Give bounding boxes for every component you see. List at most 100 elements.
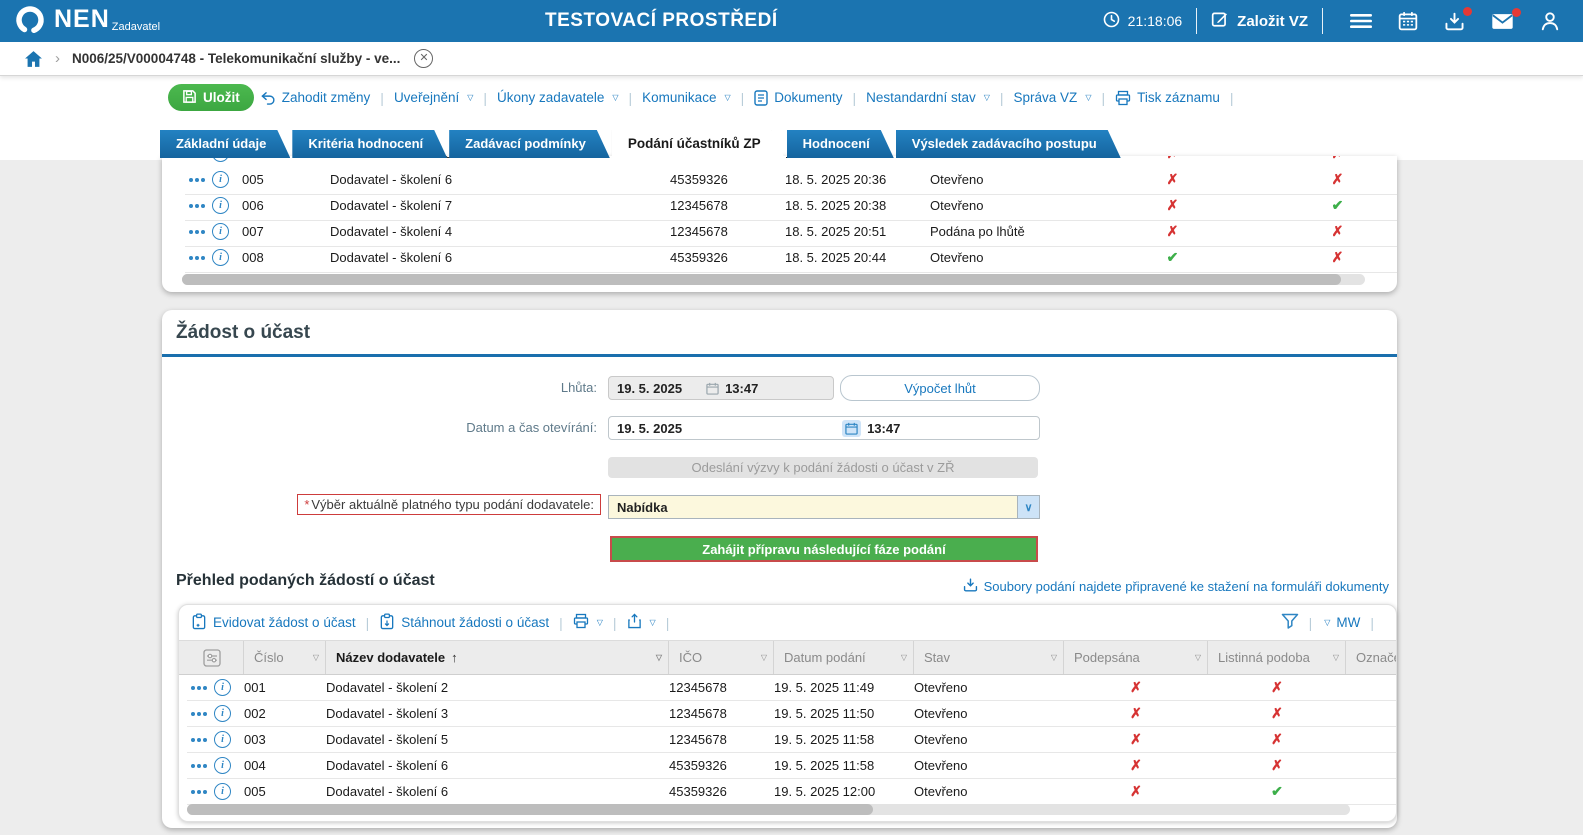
cell-date: 19. 5. 2025 11:58 (774, 732, 914, 747)
breadcrumb-item[interactable]: N006/25/V00004748 - Telekomunikační služ… (72, 51, 400, 66)
cell-number: 004 (244, 758, 326, 773)
toolbar-item-spr-va-vz[interactable]: Správa VZ▽ (1014, 90, 1092, 105)
row-menu-icon[interactable] (189, 230, 205, 234)
column-header-ico[interactable]: IČO▽ (669, 641, 774, 674)
start-next-phase-button[interactable]: Zahájit přípravu následující fáze podání (610, 536, 1038, 562)
column-header-paper[interactable]: Listinná podoba▽ (1208, 641, 1346, 674)
download-requests-button[interactable]: Stáhnout žádosti o účast (379, 613, 549, 633)
filter-caret-icon[interactable]: ▽ (656, 653, 662, 662)
deadline-calc-button[interactable]: Výpočet lhůt (840, 375, 1040, 401)
table-row[interactable]: i008Dodavatel - školení 64535932618. 5. … (185, 247, 1397, 273)
cell-number: 003 (244, 732, 326, 747)
info-icon[interactable]: i (212, 223, 229, 240)
brand-subtitle: Zadavatel (112, 21, 160, 33)
row-menu-icon[interactable] (189, 256, 205, 260)
horizontal-scrollbar[interactable] (187, 804, 1350, 815)
info-icon[interactable]: i (214, 679, 231, 696)
download-files-link[interactable]: Soubory podání najdete připravené ke sta… (963, 578, 1389, 595)
cell-paper: ✔ (1208, 783, 1346, 800)
info-icon[interactable]: i (214, 731, 231, 748)
row-menu-icon[interactable] (191, 738, 207, 742)
info-icon[interactable]: i (214, 783, 231, 800)
downloads-icon[interactable] (1444, 12, 1465, 31)
close-icon[interactable]: ✕ (414, 49, 433, 68)
column-header-number[interactable]: Číslo▽ (244, 641, 326, 674)
toolbar-item-komunikace[interactable]: Komunikace▽ (642, 90, 730, 105)
table-row[interactable]: i005Dodavatel - školení 64535932619. 5. … (187, 779, 1396, 805)
row-menu-icon[interactable] (189, 178, 205, 182)
table-row[interactable]: i001Dodavatel - školení 21234567819. 5. … (187, 675, 1396, 701)
nen-logo[interactable]: NEN Zadavatel (14, 4, 160, 41)
home-icon[interactable] (24, 50, 43, 68)
cell-ico: 12345678 (669, 706, 774, 721)
opening-input[interactable]: 19. 5. 2025 13:47 (608, 416, 1040, 440)
calendar-small-icon[interactable] (706, 382, 719, 395)
table-row[interactable]: i004Dodavatel - školení 64535932619. 5. … (187, 753, 1396, 779)
filter-caret-icon[interactable]: ▽ (1333, 653, 1339, 662)
deadline-label: Lhůta: (561, 380, 597, 395)
table-row[interactable]: i002Dodavatel - školení 31234567819. 5. … (187, 701, 1396, 727)
chevron-down-icon[interactable]: ∨ (1017, 496, 1039, 518)
table-row[interactable]: i003Dodavatel - školení 51234567819. 5. … (187, 727, 1396, 753)
row-menu-icon[interactable] (191, 764, 207, 768)
scrollbar-thumb[interactable] (182, 274, 1341, 285)
user-profile-icon[interactable] (1540, 11, 1560, 31)
horizontal-scrollbar[interactable] (182, 274, 1365, 285)
undo-icon (260, 91, 276, 105)
tab-z-kladn-daje[interactable]: Základní údaje (160, 130, 290, 158)
export-button[interactable]: ▽ (627, 613, 656, 632)
scrollbar-thumb[interactable] (187, 804, 873, 815)
notification-badge (1463, 7, 1472, 16)
menu-icon[interactable] (1350, 13, 1372, 29)
info-icon[interactable]: i (212, 249, 229, 266)
filter-caret-icon[interactable]: ▽ (1195, 653, 1201, 662)
toolbar-item-kony-zadavatele[interactable]: Úkony zadavatele▽ (497, 90, 618, 105)
cell-status: Otevřeno (914, 706, 1064, 721)
column-header-signed[interactable]: Podepsána▽ (1064, 641, 1208, 674)
print-table-button[interactable]: ▽ (573, 613, 603, 632)
filter-caret-icon[interactable]: ▽ (901, 653, 907, 662)
table-row[interactable]: i007Dodavatel - školení 41234567818. 5. … (185, 221, 1397, 247)
toolbar-item-tisk-z-znamu[interactable]: Tisk záznamu (1115, 90, 1220, 106)
submission-type-select[interactable]: Nabídka ∨ (608, 495, 1040, 519)
save-button[interactable]: Uložit (168, 84, 254, 111)
filter-button[interactable] (1281, 613, 1299, 632)
row-menu-icon[interactable] (191, 686, 207, 690)
calendar-small-icon[interactable] (842, 420, 861, 437)
info-icon[interactable]: i (212, 197, 229, 214)
create-vz-button[interactable]: Založit VZ (1211, 10, 1308, 32)
tab-pod-n-astn-k-zp[interactable]: Podání účastníků ZP (612, 130, 785, 158)
filter-caret-icon[interactable]: ▽ (313, 653, 319, 662)
toolbar-item-dokumenty[interactable]: Dokumenty (754, 90, 842, 106)
messages-icon[interactable] (1491, 13, 1514, 30)
column-settings-button[interactable] (187, 641, 244, 674)
tab-hodnocen[interactable]: Hodnocení (787, 130, 894, 158)
info-icon[interactable]: i (214, 757, 231, 774)
column-header-supplier[interactable]: Název dodavatele↑▽ (326, 641, 669, 674)
toolbar-item-uve-ejn-n[interactable]: Uveřejnění▽ (394, 90, 473, 105)
row-menu-icon[interactable] (191, 712, 207, 716)
column-header-marked[interactable]: Označe (1346, 641, 1397, 674)
tab-v-sledek-zad-vac-ho-postupu[interactable]: Výsledek zadávacího postupu (896, 130, 1121, 158)
table-row[interactable]: i005Dodavatel - školení 64535932618. 5. … (185, 169, 1397, 195)
deadline-input[interactable]: 19. 5. 2025 13:47 (608, 376, 834, 400)
tab-krit-ria-hodnocen[interactable]: Kritéria hodnocení (292, 130, 447, 158)
column-header-date[interactable]: Datum podání▽ (774, 641, 914, 674)
toolbar-item-zahodit-zm-ny[interactable]: Zahodit změny (260, 90, 371, 105)
toolbar-item-nestandardn-stav[interactable]: Nestandardní stav▽ (866, 90, 990, 105)
tab-zad-vac-podm-nky[interactable]: Zadávací podmínky (449, 130, 610, 158)
row-menu-icon[interactable] (189, 204, 205, 208)
section-title-rule (162, 354, 1397, 357)
info-icon[interactable]: i (214, 705, 231, 722)
mw-view-button[interactable]: ▽ MW (1322, 615, 1360, 630)
column-header-status[interactable]: Stav▽ (914, 641, 1064, 674)
info-icon[interactable]: i (212, 171, 229, 188)
cell-signed: ✗ (1064, 705, 1208, 722)
cell-ico: 12345678 (670, 224, 785, 239)
calendar-icon[interactable] (1398, 11, 1418, 31)
row-menu-icon[interactable] (191, 790, 207, 794)
filter-caret-icon[interactable]: ▽ (761, 653, 767, 662)
register-request-button[interactable]: Evidovat žádost o účast (191, 613, 356, 633)
table-row[interactable]: i006Dodavatel - školení 71234567818. 5. … (185, 195, 1397, 221)
filter-caret-icon[interactable]: ▽ (1051, 653, 1057, 662)
